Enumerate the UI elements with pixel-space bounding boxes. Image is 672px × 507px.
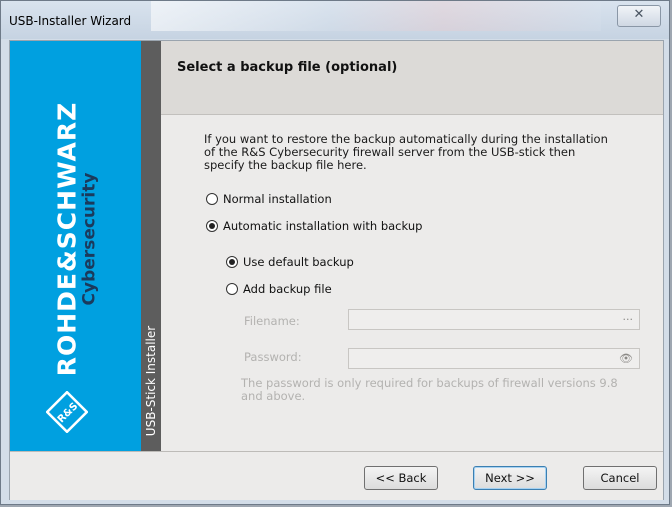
radio-circle[interactable] — [206, 193, 218, 205]
page-header: Select a backup file (optional) — [161, 41, 663, 115]
password-note: The password is only required for backup… — [241, 376, 618, 403]
close-icon: ✕ — [633, 7, 645, 22]
page-content: If you want to restore the backup automa… — [161, 115, 663, 451]
wizard-window: USB-Installer Wizard ✕ ROHDE&SCHWARZ Cyb… — [0, 0, 670, 505]
next-button[interactable]: Next >> — [473, 466, 547, 490]
title-bar: USB-Installer Wizard ✕ — [1, 1, 669, 39]
show-password-icon[interactable]: 👁 — [619, 352, 633, 365]
page-title: Select a backup file (optional) — [177, 60, 398, 75]
radio-use-default-backup[interactable]: Use default backup — [226, 255, 354, 269]
radio-label: Use default backup — [243, 255, 354, 269]
browse-icon[interactable]: ··· — [623, 313, 634, 326]
close-button[interactable]: ✕ — [617, 5, 661, 27]
brand-logo-text: ROHDE&SCHWARZ Cybersecurity — [53, 102, 100, 377]
back-button[interactable]: << Back — [364, 466, 438, 490]
filename-input[interactable]: ··· — [348, 309, 640, 330]
password-input[interactable]: 👁 — [348, 348, 640, 369]
page-description: If you want to restore the backup automa… — [204, 132, 608, 172]
radio-circle[interactable] — [226, 256, 238, 268]
password-label: Password: — [244, 350, 302, 364]
brand-panel: ROHDE&SCHWARZ Cybersecurity R&S — [10, 41, 141, 451]
radio-circle[interactable] — [206, 220, 218, 232]
radio-add-backup-file[interactable]: Add backup file — [226, 282, 332, 296]
button-bar: << Back Next >> Cancel — [10, 451, 663, 500]
rs-logo-icon: R&S — [46, 391, 88, 433]
brand-company: ROHDE&SCHWARZ — [52, 101, 82, 377]
side-strip: USB-Stick Installer — [141, 41, 161, 451]
radio-label: Normal installation — [223, 192, 332, 206]
radio-label: Add backup file — [243, 282, 332, 296]
cancel-button[interactable]: Cancel — [583, 466, 657, 490]
wizard-client-area: ROHDE&SCHWARZ Cybersecurity R&S USB-Stic… — [9, 40, 664, 500]
filename-label: Filename: — [244, 314, 300, 328]
side-label: USB-Stick Installer — [144, 325, 158, 437]
radio-normal-installation[interactable]: Normal installation — [206, 192, 332, 206]
window-title: USB-Installer Wizard — [9, 14, 132, 28]
brand-division: Cybersecurity — [79, 172, 100, 306]
background-blur — [151, 1, 601, 31]
radio-automatic-installation[interactable]: Automatic installation with backup — [206, 219, 422, 233]
radio-circle[interactable] — [226, 283, 238, 295]
radio-label: Automatic installation with backup — [223, 219, 423, 233]
